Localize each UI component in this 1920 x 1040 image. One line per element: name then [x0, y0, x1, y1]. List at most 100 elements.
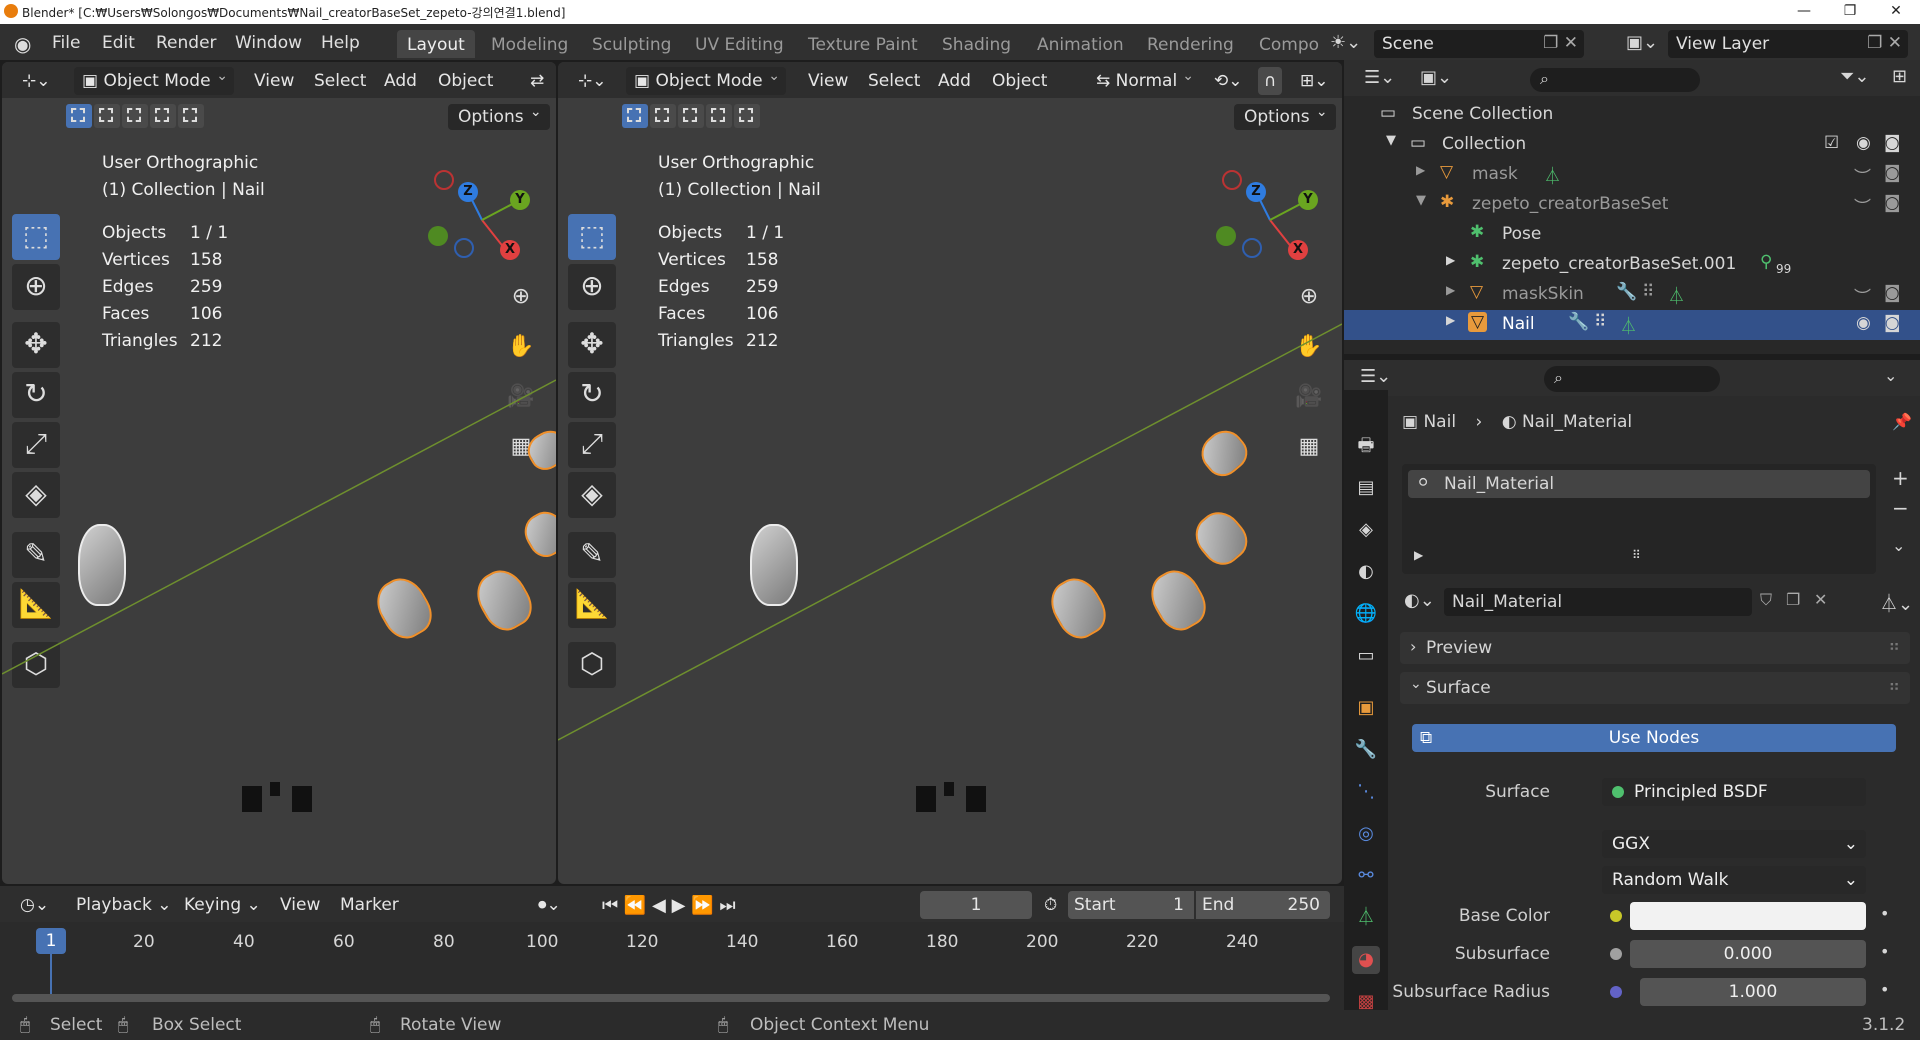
- camera-render-icon[interactable]: ◙: [1884, 313, 1901, 333]
- tab-collection-icon[interactable]: ▭: [1352, 642, 1380, 670]
- scene-icon[interactable]: ☀⌄: [1330, 32, 1361, 53]
- display-mode-icon[interactable]: ▣⌄: [1420, 67, 1452, 88]
- scene-selector[interactable]: Scene ❐ ✕: [1374, 30, 1584, 58]
- tab-render-icon[interactable]: 🖶: [1352, 432, 1380, 460]
- material-selector[interactable]: ◐⌄ Nail_Material ⛉ ❐ ✕: [1402, 588, 1874, 616]
- keyframe-dot-icon[interactable]: •: [1880, 904, 1889, 923]
- unlink-icon[interactable]: ✕: [1814, 590, 1827, 609]
- outliner-search-input[interactable]: ⌕: [1530, 68, 1700, 92]
- properties-options-icon[interactable]: ⌄: [1884, 366, 1897, 385]
- distribution-dropdown[interactable]: GGX ⌄: [1602, 830, 1866, 858]
- tab-material-icon[interactable]: ◕: [1352, 946, 1380, 974]
- tab-compositing[interactable]: Compo: [1249, 30, 1319, 58]
- color-socket-icon[interactable]: [1610, 910, 1622, 922]
- expand-arrow-icon[interactable]: ▶: [1446, 313, 1455, 327]
- playback-controls[interactable]: ⏮ ⏪ ◀ ▶ ⏩ ⏭: [596, 891, 742, 919]
- eye-hidden-icon[interactable]: ︶: [1854, 283, 1871, 308]
- tab-animation[interactable]: Animation: [1027, 30, 1134, 58]
- drag-handle-icon[interactable]: ⠶: [1888, 636, 1900, 655]
- vector-socket-icon[interactable]: [1610, 986, 1622, 998]
- outliner-row[interactable]: ▶ ▽ mask ⏃ ︶ ◙: [1344, 160, 1920, 190]
- resize-handle-icon[interactable]: ⠿: [1632, 548, 1641, 562]
- tab-layout[interactable]: Layout: [397, 30, 475, 58]
- expand-arrow-icon[interactable]: ▶: [1416, 163, 1425, 177]
- view-layer-selector[interactable]: View Layer ❐ ✕: [1668, 30, 1908, 58]
- stopwatch-icon[interactable]: ⏱: [1038, 891, 1063, 919]
- nail-object[interactable]: [78, 524, 126, 606]
- outliner-row[interactable]: ✱ Pose: [1344, 220, 1920, 250]
- surface-panel-header[interactable]: ⌄ Surface ⠶: [1400, 672, 1910, 704]
- tab-scene-icon[interactable]: ◐: [1352, 558, 1380, 586]
- tab-shading[interactable]: Shading: [932, 30, 1021, 58]
- material-slot[interactable]: ⚪ Nail_Material: [1408, 470, 1870, 498]
- keyframe-dot-icon[interactable]: •: [1880, 980, 1889, 999]
- tab-constraints-icon[interactable]: ⚯: [1352, 862, 1380, 890]
- menu-window[interactable]: Window: [235, 33, 302, 53]
- base-color-swatch[interactable]: [1630, 902, 1866, 930]
- timeline-scrollbar[interactable]: [12, 994, 1330, 1002]
- close-button[interactable]: ✕: [1874, 0, 1918, 24]
- expand-arrow-icon[interactable]: ▼: [1416, 193, 1426, 208]
- tab-object-icon[interactable]: ▣: [1352, 694, 1380, 722]
- material-name-field[interactable]: Nail_Material: [1444, 588, 1752, 616]
- timeline-view-menu[interactable]: View: [274, 891, 326, 919]
- eye-icon[interactable]: ◉: [1856, 313, 1871, 333]
- tab-modifiers-icon[interactable]: 🔧: [1352, 736, 1380, 764]
- outliner-row[interactable]: ▶ ▽ maskSkin 🔧 ⠿ ⏃ ︶ ◙: [1344, 280, 1920, 310]
- camera-render-icon[interactable]: ◙: [1884, 133, 1901, 153]
- browse-material-icon[interactable]: ◐⌄: [1404, 590, 1435, 611]
- view-layer-close-icon[interactable]: ❐ ✕: [1867, 33, 1902, 53]
- expand-arrow-icon[interactable]: ▶: [1446, 253, 1455, 267]
- tab-modeling[interactable]: Modeling: [481, 30, 578, 58]
- eye-hidden-icon[interactable]: ︶: [1854, 163, 1871, 188]
- camera-render-icon[interactable]: ◙: [1884, 163, 1901, 183]
- tab-particles-icon[interactable]: ⋱: [1352, 778, 1380, 806]
- properties-editor-icon[interactable]: ☰⌄: [1360, 366, 1391, 387]
- minimize-button[interactable]: —: [1782, 0, 1826, 24]
- fake-user-icon[interactable]: ⛉: [1760, 590, 1772, 610]
- expand-arrow-icon[interactable]: ▼: [1386, 133, 1396, 148]
- camera-render-icon[interactable]: ◙: [1884, 283, 1901, 303]
- slot-specials-icon[interactable]: ⌄: [1892, 536, 1905, 555]
- keying-menu[interactable]: Keying ⌄: [178, 891, 267, 919]
- preview-panel-header[interactable]: › Preview ⠶: [1400, 632, 1910, 664]
- marker-menu[interactable]: Marker: [334, 891, 405, 919]
- drag-handle-icon[interactable]: ⠶: [1888, 676, 1900, 695]
- eye-hidden-icon[interactable]: ︶: [1854, 193, 1871, 218]
- subsurface-radius-field[interactable]: 1.000: [1640, 978, 1866, 1006]
- outliner-row-selected[interactable]: ▶ ▽ Nail 🔧 ⠿ ⏃ ◉ ◙: [1344, 310, 1920, 340]
- menu-render[interactable]: Render: [156, 33, 217, 53]
- tab-world-icon[interactable]: 🌐: [1352, 600, 1380, 628]
- pin-icon[interactable]: 📌: [1892, 412, 1912, 431]
- remove-slot-icon[interactable]: −: [1892, 496, 1909, 520]
- outliner-row[interactable]: ▼ ✱ zepeto_creatorBaseSet ︶ ◙: [1344, 190, 1920, 220]
- include-checkbox[interactable]: ☑: [1824, 133, 1839, 153]
- new-collection-icon[interactable]: ⊞: [1892, 66, 1907, 87]
- playback-menu[interactable]: Playback ⌄: [70, 891, 178, 919]
- tab-view-layer-icon[interactable]: ◈: [1352, 516, 1380, 544]
- menu-help[interactable]: Help: [321, 33, 360, 53]
- tab-texture-paint[interactable]: Texture Paint: [798, 30, 928, 58]
- outliner-row[interactable]: ▶ ✱ zepeto_creatorBaseSet.001 ⚲ 99: [1344, 250, 1920, 280]
- scene-close-icon[interactable]: ❐ ✕: [1543, 33, 1578, 53]
- tab-sculpting[interactable]: Sculpting: [582, 30, 681, 58]
- surface-shader-field[interactable]: Principled BSDF: [1602, 778, 1866, 806]
- properties-search-input[interactable]: ⌕: [1544, 366, 1720, 392]
- expand-arrow-icon[interactable]: ▶: [1446, 283, 1455, 297]
- end-frame-field[interactable]: End 250: [1196, 891, 1330, 919]
- timeline-editor-icon[interactable]: ◷⌄: [14, 891, 55, 919]
- keyframe-dot-icon[interactable]: •: [1880, 942, 1889, 961]
- tab-data-icon[interactable]: ⏃: [1352, 904, 1380, 932]
- node-tree-icon[interactable]: ⏃⌄: [1880, 590, 1913, 616]
- add-slot-icon[interactable]: +: [1892, 466, 1909, 490]
- tab-rendering[interactable]: Rendering: [1137, 30, 1244, 58]
- eye-icon[interactable]: ◉: [1856, 133, 1871, 153]
- tab-uv-editing[interactable]: UV Editing: [685, 30, 794, 58]
- record-button-icon[interactable]: ⏺⌄: [532, 891, 567, 919]
- subsurface-method-dropdown[interactable]: Random Walk ⌄: [1602, 866, 1866, 894]
- start-frame-field[interactable]: Start 1: [1068, 891, 1194, 919]
- expand-arrow-icon[interactable]: ▶: [1414, 548, 1423, 562]
- viewport-left[interactable]: ⊹⌄ ▣ Object Mode View Select Add Object …: [2, 62, 556, 884]
- outliner-row[interactable]: ▼ ▭ Collection ☑ ◉ ◙: [1344, 130, 1920, 160]
- use-nodes-button[interactable]: ⧉ Use Nodes: [1412, 724, 1896, 752]
